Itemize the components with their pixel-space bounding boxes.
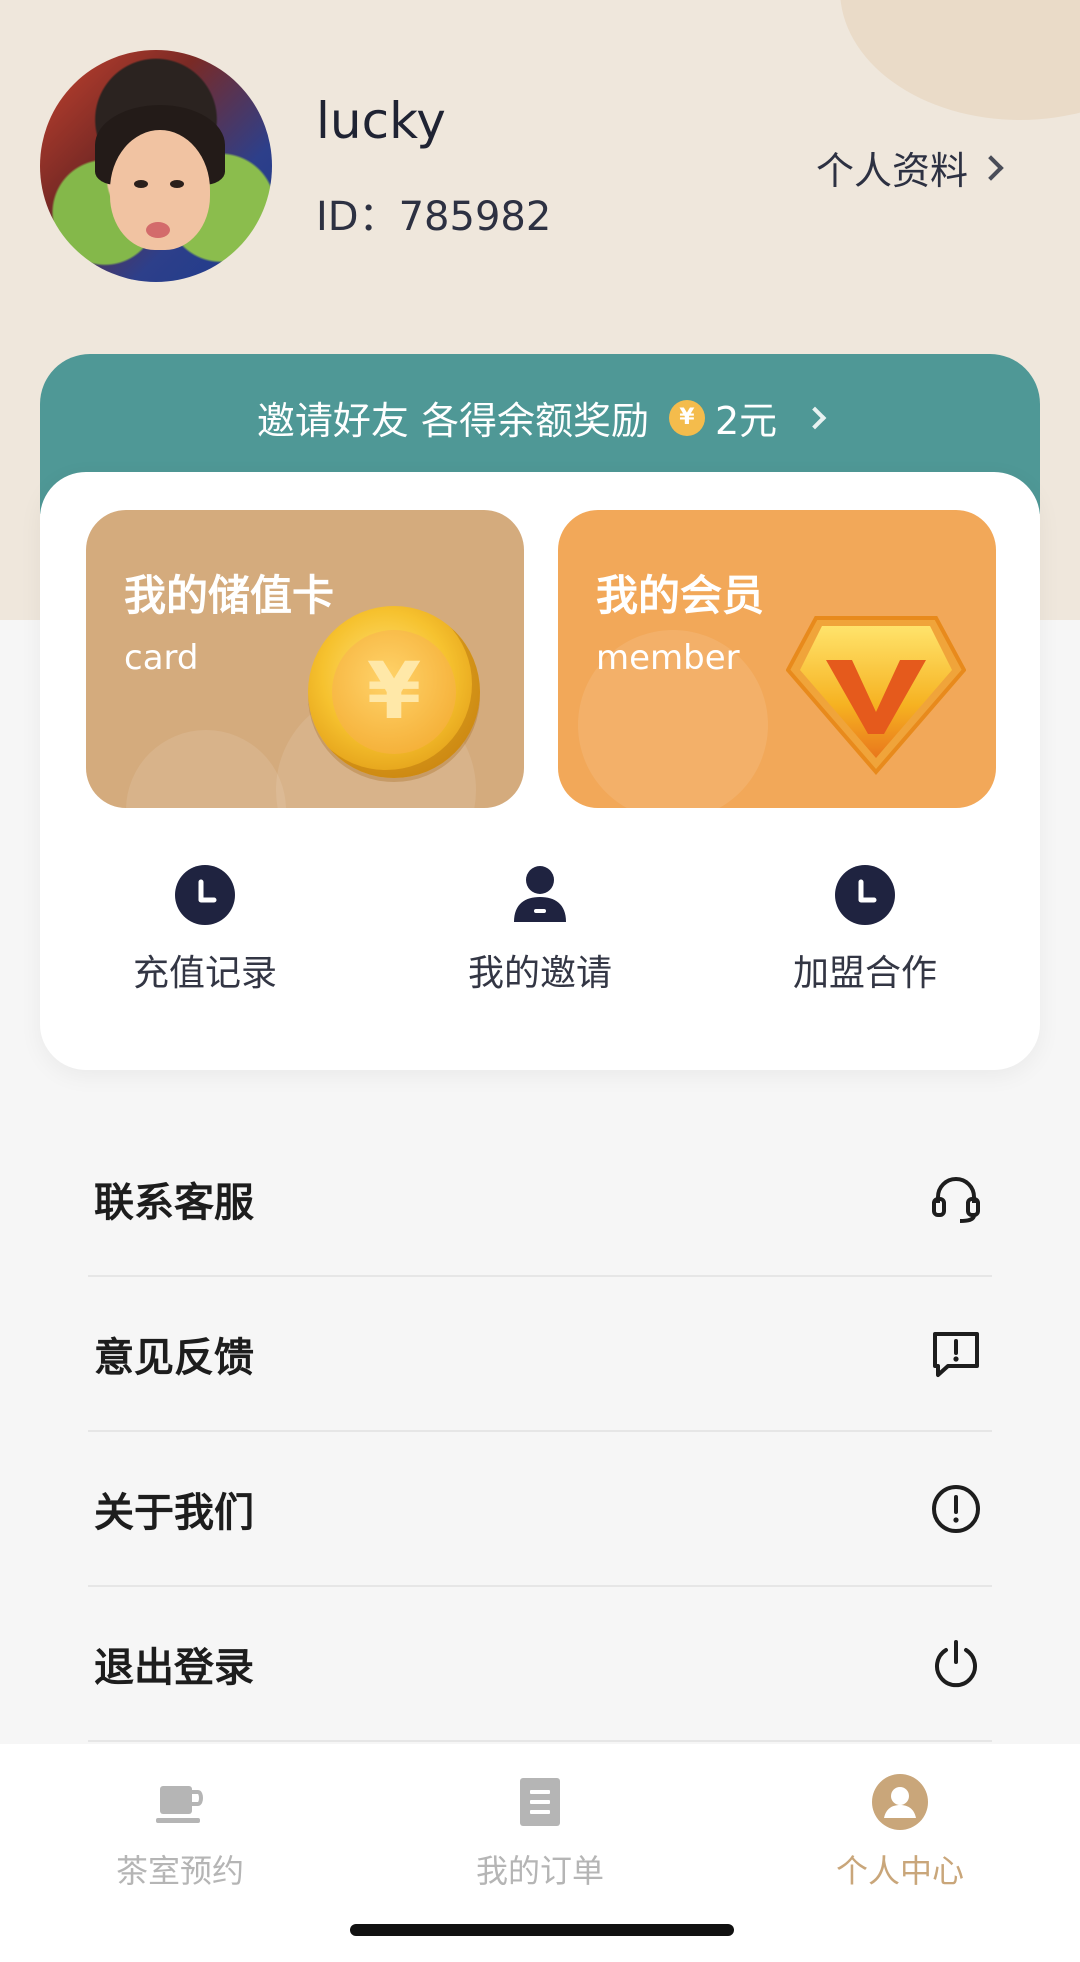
member-subtitle: member: [596, 638, 740, 678]
tab-my-orders[interactable]: 我的订单: [420, 1772, 660, 1892]
feedback-icon: [933, 1331, 979, 1377]
avatar[interactable]: [40, 50, 272, 282]
vip-diamond-icon: [786, 616, 966, 776]
member-title: 我的会员: [596, 571, 765, 620]
franchise-cooperation-button[interactable]: 加盟合作: [725, 864, 1005, 996]
profile-link-button[interactable]: 个人资料: [815, 140, 1004, 195]
chevron-right-icon: [803, 406, 827, 429]
user-icon: [514, 866, 566, 922]
tab-label: 我的订单: [475, 1852, 604, 1890]
user-id: ID：785982: [316, 194, 552, 240]
teacup-icon: [156, 1786, 203, 1823]
order-icon: [520, 1778, 560, 1826]
power-icon: [935, 1639, 977, 1687]
clock-icon: [175, 865, 235, 925]
profile-icon: [872, 1774, 928, 1830]
card-subtitle: card: [124, 638, 199, 678]
yuan-coin-icon: ¥: [308, 606, 480, 778]
username: lucky: [316, 92, 446, 150]
menu-item-label: 关于我们: [94, 1489, 254, 1536]
menu-item-label: 联系客服: [94, 1179, 254, 1226]
menu-item-label: 意见反馈: [94, 1334, 254, 1381]
headset-icon: [932, 1176, 980, 1223]
invite-amount: 2元: [714, 399, 778, 443]
chevron-right-icon: [978, 154, 1004, 181]
card-title: 我的储值卡: [124, 571, 335, 620]
clock-icon: [835, 865, 895, 925]
recharge-records-label: 充值记录: [132, 953, 277, 994]
my-invitations-label: 我的邀请: [467, 953, 612, 994]
recharge-records-button[interactable]: 充值记录: [65, 864, 345, 996]
my-invitations-button[interactable]: 我的邀请: [400, 864, 680, 996]
profile-link-label: 个人资料: [815, 149, 968, 193]
membership-card[interactable]: 我的会员 member: [558, 510, 996, 808]
franchise-cooperation-label: 加盟合作: [792, 953, 937, 994]
menu-item-about-us[interactable]: 关于我们: [88, 1432, 992, 1587]
settings-menu: 联系客服 意见反馈 关于我们 退出登录: [88, 1122, 992, 1742]
invite-text: 邀请好友 各得余额奖励: [256, 399, 649, 443]
tab-label: 个人中心: [835, 1852, 964, 1890]
tab-tea-room-booking[interactable]: 茶室预约: [60, 1772, 300, 1892]
account-panel: 我的储值卡 card ¥ 我的会员 member 充值记录 我的邀请 加盟合作: [40, 472, 1040, 1070]
tab-label: 茶室预约: [115, 1852, 244, 1890]
info-icon: [932, 1484, 980, 1533]
header-decoration: [840, 0, 1080, 120]
coin-icon: ¥: [668, 399, 705, 436]
menu-item-feedback[interactable]: 意见反馈: [88, 1277, 992, 1432]
menu-item-customer-service[interactable]: 联系客服: [88, 1122, 992, 1277]
menu-item-label: 退出登录: [94, 1644, 254, 1691]
profile-page: lucky ID：785982 个人资料 邀请好友 各得余额奖励 ¥ 2元 我的…: [0, 0, 1080, 1962]
menu-item-logout[interactable]: 退出登录: [88, 1587, 992, 1742]
tab-personal-center[interactable]: 个人中心: [780, 1772, 1020, 1892]
stored-value-card[interactable]: 我的储值卡 card ¥: [86, 510, 524, 808]
home-indicator[interactable]: [350, 1924, 734, 1936]
